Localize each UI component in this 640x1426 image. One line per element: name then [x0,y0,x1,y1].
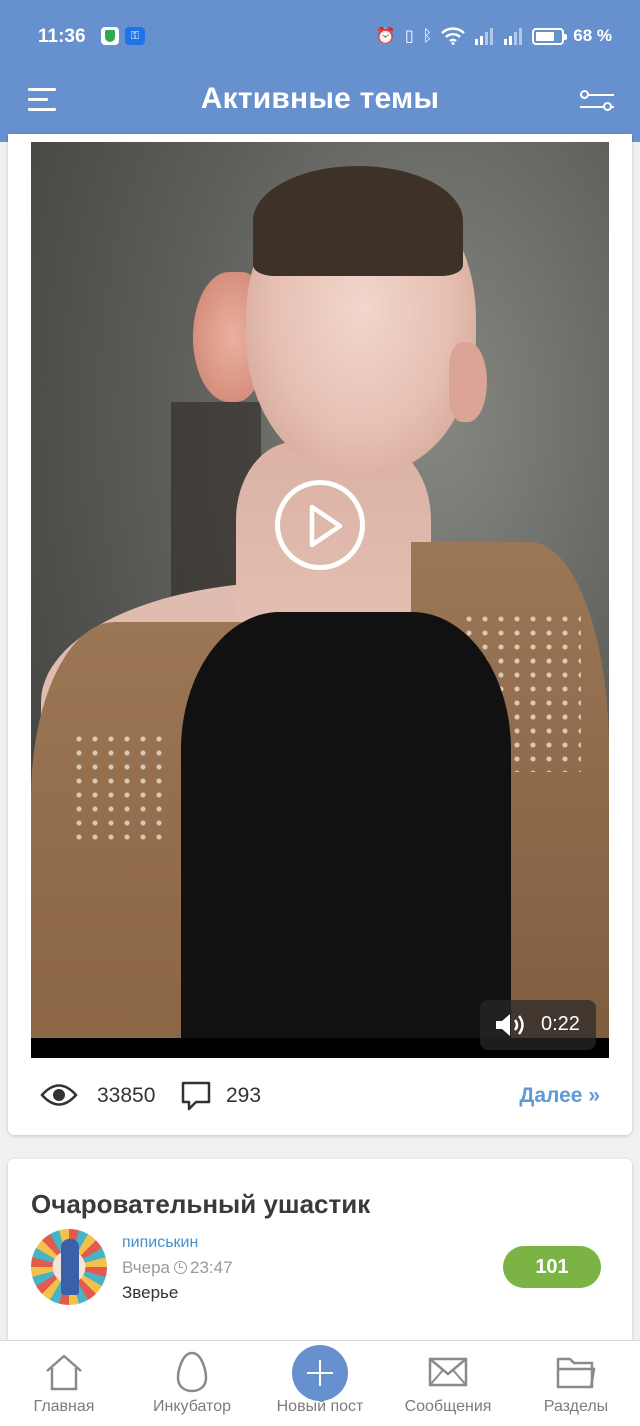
video-frame [71,732,171,842]
nav-label: Инкубатор [153,1398,231,1415]
post-category[interactable]: Зверье [122,1283,178,1303]
video-frame [449,342,487,422]
nav-label: Разделы [543,1398,609,1415]
battery-percent: 68 % [573,26,612,45]
video-player[interactable]: 0:22 [31,142,609,1058]
plus-circle-icon [292,1345,348,1401]
folder-icon [556,1357,596,1389]
nav-sections[interactable]: Разделы [512,1341,640,1426]
home-icon [46,1354,82,1391]
comment-icon[interactable] [180,1080,212,1112]
post-date: Вчера [122,1258,170,1277]
nav-incubator[interactable]: Инкубатор [128,1341,256,1426]
comments-count[interactable]: 293 [226,1084,261,1108]
post-card: Очаровательный ушастик пиписькин Вчера 23… [8,1159,632,1349]
post-card: 0:22 33850 293 Далее » [8,134,632,1135]
video-frame [253,166,463,276]
nav-messages[interactable]: Сообщения [384,1341,512,1426]
nav-label: Главная [33,1398,95,1415]
nav-new-post[interactable]: Новый пост [256,1341,384,1426]
alarm-icon: ⏰ [375,26,396,45]
clock-icon [174,1261,187,1274]
eye-icon [40,1084,78,1106]
post-stats: 33850 293 Далее » [8,1074,632,1118]
signal-icon [475,28,494,45]
nav-home[interactable]: Главная [0,1341,128,1426]
video-frame [181,612,511,1058]
page-title: Активные темы [200,82,440,115]
read-more-link[interactable]: Далее » [519,1084,600,1108]
video-controls: 0:22 [480,1000,596,1050]
vpn-shield-icon [101,27,119,45]
bottom-nav: Главная Инкубатор Новый пост Сообщения Р… [0,1340,640,1426]
nav-label: Сообщения [404,1398,492,1415]
egg-icon [176,1351,208,1393]
envelope-icon [428,1357,468,1387]
signal-icon [504,28,523,45]
status-icons: ⏰ ▯ ᛒ 68 % [376,24,612,48]
views-count: 33850 [97,1084,156,1107]
video-duration: 0:22 [541,1013,580,1035]
wifi-icon [441,27,466,45]
top-bar: 11:36 ⚿ ⏰ ▯ ᛒ 68 % Активные темы [0,0,640,142]
vibrate-icon: ▯ [404,26,414,45]
avatar[interactable] [31,1229,107,1305]
bluetooth-icon: ᛒ [422,26,433,45]
post-datetime: Вчера 23:47 [122,1258,233,1278]
play-circle-icon[interactable] [275,480,365,570]
battery-icon [532,27,568,45]
status-time: 11:36 [38,26,86,47]
post-time: 23:47 [190,1258,233,1277]
rating-badge[interactable]: 101 [503,1246,601,1288]
key-icon: ⚿ [125,27,145,45]
filter-sliders-icon[interactable] [580,88,614,112]
post-title[interactable]: Очаровательный ушастик [31,1189,370,1220]
speaker-icon[interactable] [494,1012,528,1038]
author-link[interactable]: пиписькин [122,1234,198,1252]
nav-label: Новый пост [276,1398,364,1415]
status-bar: 11:36 ⚿ ⏰ ▯ ᛒ 68 % [0,0,640,72]
